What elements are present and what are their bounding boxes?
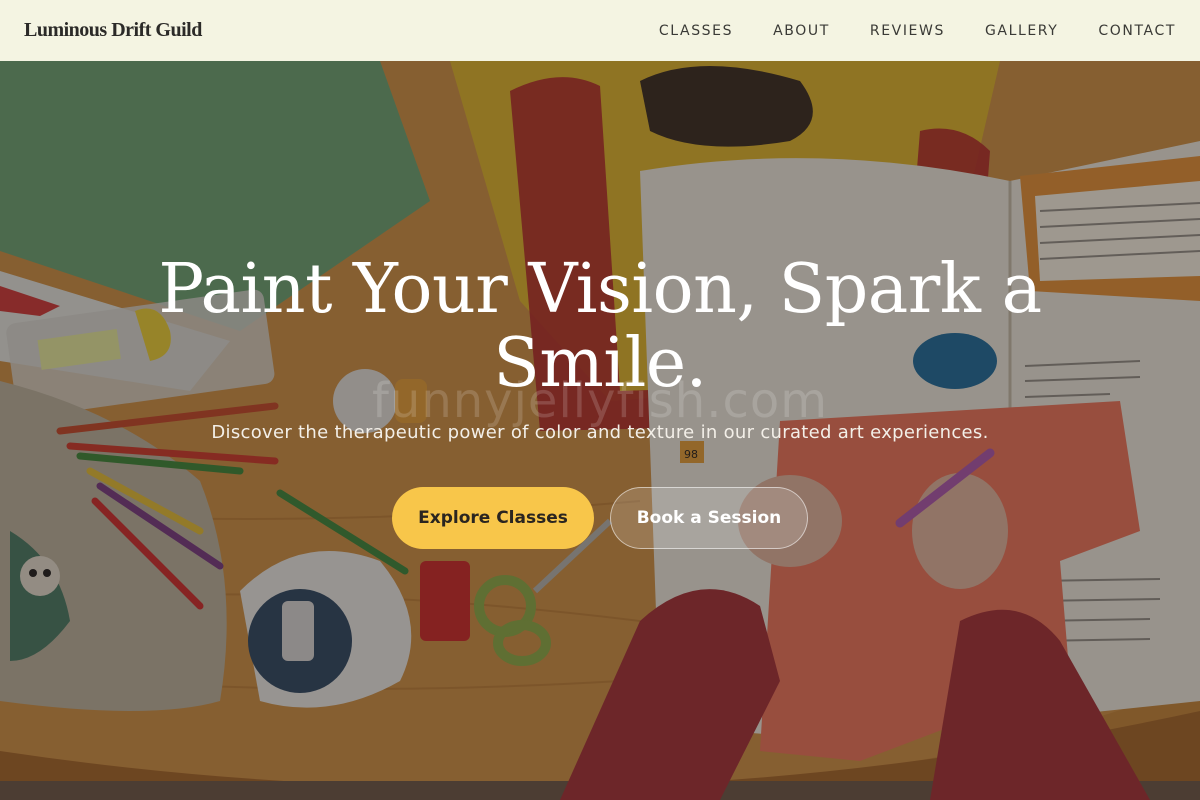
nav-link-contact[interactable]: CONTACT bbox=[1098, 23, 1176, 39]
nav-link-about[interactable]: ABOUT bbox=[773, 23, 830, 39]
nav-link-gallery[interactable]: GALLERY bbox=[985, 23, 1058, 39]
site-header: Luminous Drift Guild CLASSES ABOUT REVIE… bbox=[0, 0, 1200, 61]
main-nav: CLASSES ABOUT REVIEWS GALLERY CONTACT bbox=[659, 23, 1176, 39]
brand-logo[interactable]: Luminous Drift Guild bbox=[24, 19, 202, 42]
hero-headline-line-1: Paint Your Vision, Spark a bbox=[158, 250, 1042, 329]
book-session-button[interactable]: Book a Session bbox=[610, 487, 808, 549]
nav-link-classes[interactable]: CLASSES bbox=[659, 23, 733, 39]
nav-link-reviews[interactable]: REVIEWS bbox=[870, 23, 945, 39]
watermark-text: funnyjellyfish.com bbox=[372, 373, 828, 429]
hero-content: Paint Your Vision, Spark a Smile. funnyj… bbox=[0, 61, 1200, 800]
explore-classes-button[interactable]: Explore Classes bbox=[392, 487, 594, 549]
hero-section: 98 Paint Your Vision, Spark a Smile. fun… bbox=[0, 61, 1200, 800]
hero-subheadline: Discover the therapeutic power of color … bbox=[211, 422, 989, 443]
